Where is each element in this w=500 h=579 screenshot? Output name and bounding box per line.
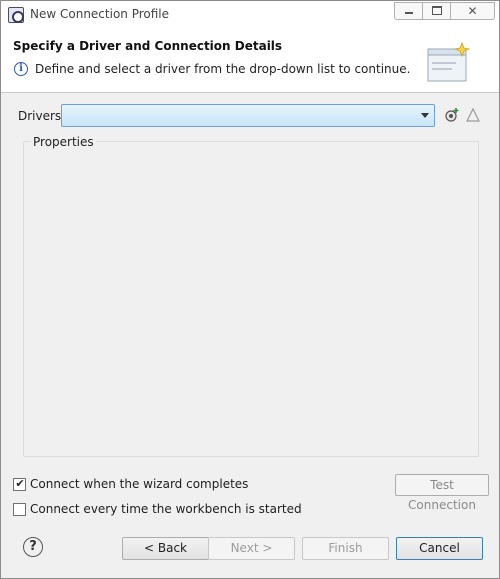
next-button[interactable]: Next > <box>208 537 295 560</box>
window-title: New Connection Profile <box>30 7 170 21</box>
drivers-dropdown[interactable] <box>61 104 435 127</box>
checkmark-icon: ✔ <box>15 476 25 490</box>
new-driver-icon[interactable] <box>444 107 460 123</box>
connect-on-startup-label: Connect every time the workbench is star… <box>30 502 302 516</box>
connect-on-complete-label: Connect when the wizard completes <box>30 477 249 491</box>
chevron-down-icon <box>421 113 429 118</box>
properties-group <box>23 141 479 457</box>
close-icon: ✕ <box>467 4 478 18</box>
new-connection-profile-dialog: New Connection Profile ✕ Specify a Drive… <box>0 0 500 579</box>
wizard-banner-icon <box>427 41 471 82</box>
close-button[interactable]: ✕ <box>450 2 495 20</box>
window-controls: ✕ <box>394 2 495 20</box>
drivers-label: Drivers: <box>18 109 66 123</box>
cancel-button[interactable]: Cancel <box>396 537 483 560</box>
maximize-button[interactable] <box>422 2 451 20</box>
connect-on-startup-option[interactable]: Connect every time the workbench is star… <box>13 501 302 517</box>
title-bar: New Connection Profile ✕ <box>1 1 499 29</box>
test-connection-button[interactable]: Test Connection <box>395 474 489 512</box>
connect-on-startup-checkbox[interactable] <box>13 502 26 516</box>
help-icon[interactable]: ? <box>23 537 43 557</box>
back-button[interactable]: < Back <box>122 537 209 560</box>
maximize-icon <box>432 6 442 15</box>
minimize-button[interactable] <box>394 2 423 20</box>
properties-label: Properties <box>31 135 96 149</box>
connect-on-complete-option[interactable]: ✔ Connect when the wizard completes <box>13 476 248 492</box>
page-title: Specify a Driver and Connection Details <box>13 39 283 53</box>
finish-button[interactable]: Finish <box>302 537 389 560</box>
connect-on-complete-checkbox[interactable]: ✔ <box>13 476 26 491</box>
edit-driver-icon[interactable] <box>466 107 480 123</box>
info-icon: i <box>14 62 28 76</box>
minimize-icon <box>405 12 413 14</box>
header-message: Define and select a driver from the drop… <box>35 62 411 76</box>
wizard-header: Specify a Driver and Connection Details … <box>1 29 499 93</box>
connection-profile-icon <box>8 7 24 23</box>
